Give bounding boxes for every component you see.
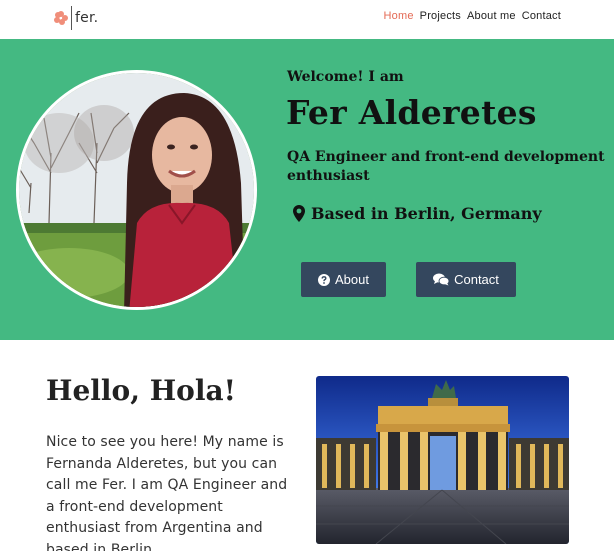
hero-location: Based in Berlin, Germany [293,204,542,223]
site-logo[interactable]: fer. [54,6,98,30]
hero-role: QA Engineer and front-end development en… [287,149,605,184]
map-marker-icon [293,205,305,222]
hero-section: Welcome! I am Fer Alderetes QA Engineer … [0,39,614,340]
contact-button-label: Contact [454,272,499,287]
about-intro: Nice to see you here! My name is Fernand… [46,434,288,551]
location-text: Based in Berlin, Germany [311,204,542,223]
logo-text: fer. [75,10,99,26]
profile-photo [16,70,257,310]
nav-link-projects[interactable]: Projects [420,10,461,22]
nav-link-home[interactable]: Home [384,10,414,22]
about-button-label: About [335,272,369,287]
nav-link-contact[interactable]: Contact [522,10,561,22]
flower-logo-icon [54,11,68,25]
logo-divider [71,6,72,30]
nav-link-about-me[interactable]: About me [467,10,516,22]
about-heading: Hello, Hola! [46,374,236,407]
welcome-text: Welcome! I am [287,69,404,85]
contact-button[interactable]: Contact [416,262,516,297]
hero-name: Fer Alderetes [286,93,537,132]
about-button[interactable]: About [301,262,386,297]
navbar: fer. Home Projects About me Contact [0,0,614,39]
question-circle-icon [318,273,330,286]
comments-icon [433,273,450,286]
nav-links: Home Projects About me Contact [384,10,562,22]
brandenburg-gate-photo [316,376,569,544]
